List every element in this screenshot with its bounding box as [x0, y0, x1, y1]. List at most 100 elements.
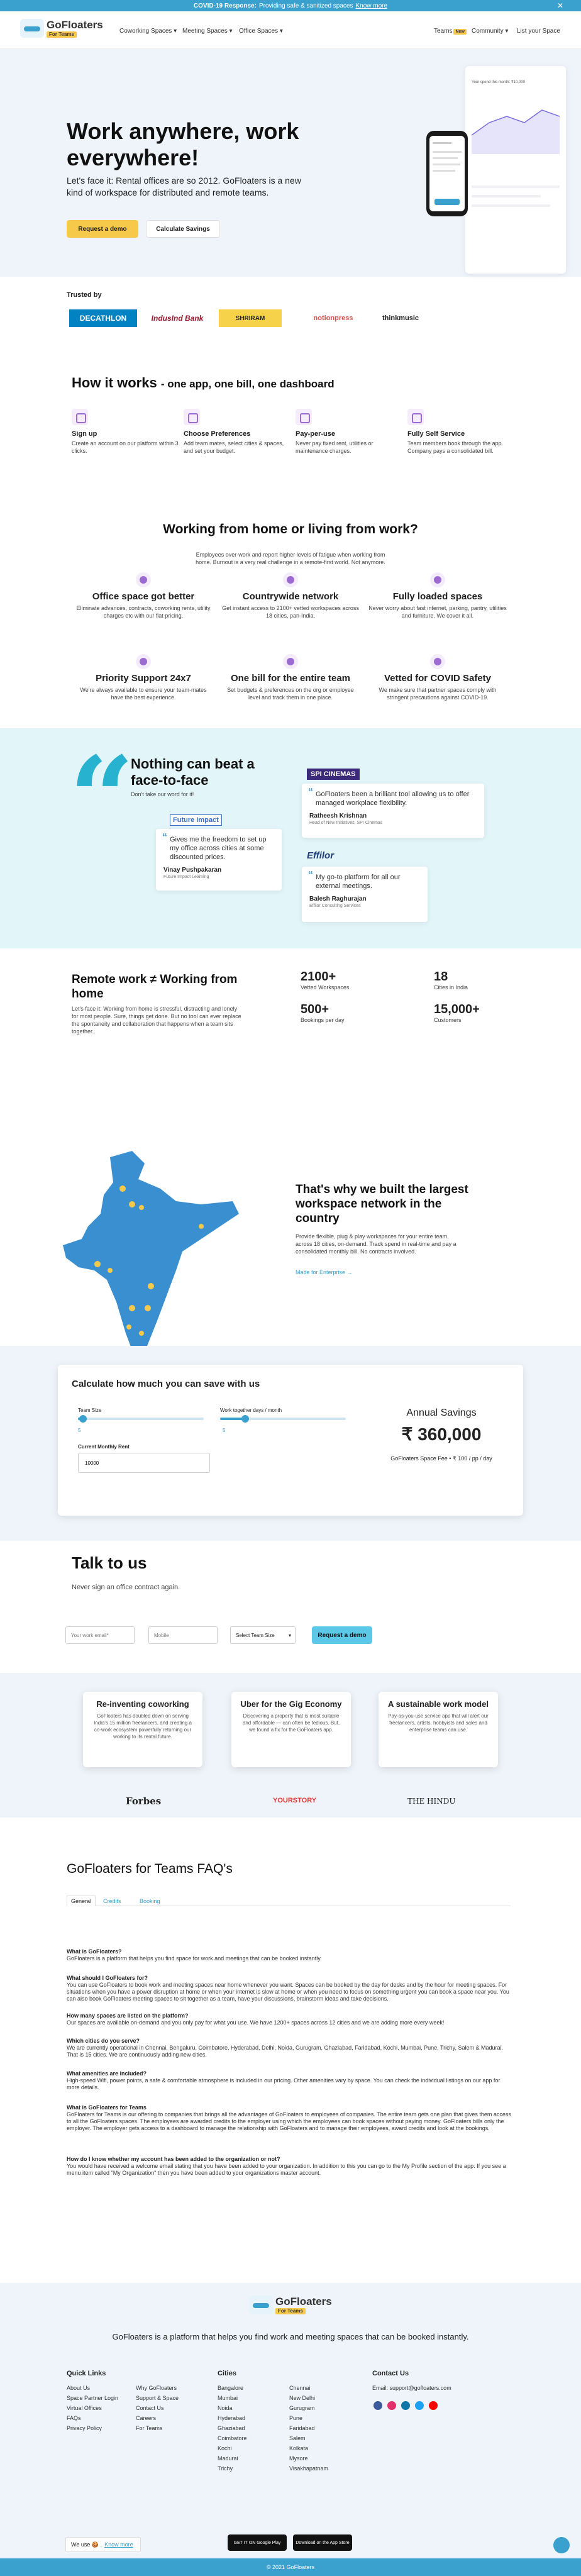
- footer-city-link[interactable]: Madurai: [218, 2455, 247, 2462]
- space-fee: GoFloaters Space Fee • ₹ 100 / pp / day: [390, 1455, 492, 1462]
- brand-name: GoFloaters: [47, 18, 103, 31]
- contact-email[interactable]: Email: support@gofloaters.com: [372, 2385, 451, 2391]
- footer-logo[interactable]: GoFloaters For Teams: [249, 2296, 332, 2314]
- facebook-icon[interactable]: [374, 2401, 382, 2410]
- footer-city-link[interactable]: Bangalore: [218, 2385, 247, 2391]
- feature-6: Vetted for COVID Safety We make sure that…: [368, 654, 507, 701]
- talk-sub: Never sign an office contract again.: [72, 1584, 180, 1591]
- nav-community[interactable]: Community ▾: [472, 28, 508, 35]
- remote-title: Remote work ≠ Working from home: [72, 973, 238, 1001]
- faq-item: Which cities do you serve? We are current…: [67, 2038, 504, 2058]
- team-size-slider[interactable]: [78, 1418, 204, 1420]
- logo-notionpress: notionpress: [313, 314, 353, 322]
- tab-general[interactable]: General: [67, 1896, 96, 1906]
- calculate-savings-button[interactable]: Calculate Savings: [146, 220, 220, 238]
- chevron-down-icon: ▾: [288, 1632, 291, 1638]
- footer-link[interactable]: Support & Space: [136, 2395, 179, 2401]
- mobile-field[interactable]: [148, 1626, 218, 1644]
- nav-office[interactable]: Office Spaces ▾: [239, 28, 283, 35]
- tab-booking[interactable]: Booking: [140, 1898, 160, 1904]
- footer-city-link[interactable]: Noida: [218, 2405, 247, 2411]
- team-size-handle[interactable]: [79, 1415, 87, 1423]
- dash-label: Your spend this month: ₹10,000: [472, 80, 525, 84]
- cookie-link[interactable]: Know more: [104, 2541, 133, 2548]
- footer-city-link[interactable]: Coimbatore: [218, 2435, 247, 2441]
- wifi-icon: [430, 572, 445, 587]
- chat-icon[interactable]: [553, 2537, 570, 2553]
- logo-spi: SPI CINEMAS: [307, 769, 360, 780]
- network-title: That's why we built the largest workspac…: [296, 1183, 468, 1225]
- footer-city-link[interactable]: Ghaziabad: [218, 2425, 247, 2431]
- logo-effilor: Effilor: [307, 850, 335, 861]
- nav-meeting[interactable]: Meeting Spaces ▾: [182, 28, 233, 35]
- enterprise-link[interactable]: Made for Enterprise →: [296, 1269, 353, 1275]
- testimonial-card-1: GoFloaters been a brilliant tool allowin…: [302, 784, 484, 838]
- announcement-bar: COVID-19 Response: Providing safe & sani…: [0, 0, 581, 11]
- email-field[interactable]: [65, 1626, 135, 1644]
- days-slider[interactable]: [220, 1418, 346, 1420]
- feature-5: One bill for the entire team Set budgets …: [221, 654, 360, 701]
- footer-link[interactable]: Careers: [136, 2415, 179, 2421]
- faq-title: GoFloaters for Teams FAQ's: [67, 1862, 233, 1876]
- footer-city-link[interactable]: Kochi: [218, 2445, 247, 2451]
- footer-link[interactable]: Privacy Policy: [67, 2425, 118, 2431]
- logo-shriram: SHRIRAM: [219, 309, 282, 327]
- faq-item: What amenities are included? High-speed W…: [67, 2070, 501, 2090]
- talk-demo-button[interactable]: Request a demo: [312, 1626, 372, 1644]
- logo-the-hindu: THE HINDU: [407, 1797, 456, 1806]
- footer-city-link[interactable]: Chennai: [289, 2385, 328, 2391]
- user-plus-icon: [72, 409, 88, 425]
- testimonial-card-2: Gives me the freedom to set up my office…: [156, 829, 282, 891]
- footer-link[interactable]: For Teams: [136, 2425, 179, 2431]
- request-demo-button[interactable]: Request a demo: [67, 220, 138, 238]
- footer-city-link[interactable]: Salem: [289, 2435, 328, 2441]
- nav-teams[interactable]: Teams New: [434, 28, 467, 35]
- annual-savings-amount: ₹ 360,000: [401, 1424, 482, 1444]
- footer-link[interactable]: Why GoFloaters: [136, 2385, 179, 2391]
- footer-city-link[interactable]: Faridabad: [289, 2425, 328, 2431]
- footer-city-link[interactable]: Mysore: [289, 2455, 328, 2462]
- stat-bookings: 500+ Bookings per day: [301, 1002, 345, 1023]
- rent-input[interactable]: [78, 1453, 210, 1473]
- footer-link[interactable]: Virtual Offices: [67, 2405, 118, 2411]
- nav-coworking[interactable]: Coworking Spaces ▾: [119, 28, 177, 35]
- footer-tagline: GoFloaters is a platform that helps you …: [112, 2332, 469, 2341]
- tab-credits[interactable]: Credits: [103, 1898, 121, 1904]
- announcement-bold: COVID-19 Response:: [193, 2, 257, 9]
- footer-city-link[interactable]: Pune: [289, 2415, 328, 2421]
- instagram-icon[interactable]: [387, 2401, 396, 2410]
- footer-link[interactable]: About Us: [67, 2385, 118, 2391]
- footer-city-link[interactable]: Visakhapatnam: [289, 2465, 328, 2472]
- linkedin-icon[interactable]: [401, 2401, 410, 2410]
- nav-list-space[interactable]: List your Space: [517, 28, 560, 35]
- bill-icon: [283, 654, 298, 669]
- footer-link[interactable]: Space Partner Login: [67, 2395, 118, 2401]
- footer-city-link[interactable]: New Delhi: [289, 2395, 328, 2401]
- close-icon[interactable]: ✕: [557, 1, 563, 10]
- announcement-link[interactable]: Know more: [355, 3, 387, 9]
- twitter-icon[interactable]: [415, 2401, 424, 2410]
- network-icon: [283, 572, 298, 587]
- days-handle[interactable]: [241, 1415, 249, 1423]
- brand-sub: For Teams: [47, 31, 77, 38]
- footer-city-link[interactable]: Trichy: [218, 2465, 247, 2472]
- rent-label: Current Monthly Rent: [78, 1444, 130, 1450]
- footer-city-link[interactable]: Gurugram: [289, 2405, 328, 2411]
- google-play-button[interactable]: GET IT ON Google Play: [228, 2534, 287, 2551]
- youtube-icon[interactable]: [429, 2401, 438, 2410]
- logo-indusind: IndusInd Bank: [151, 314, 204, 323]
- testimonials-sub: Don't take our word for it!: [131, 791, 194, 797]
- footer-city-link[interactable]: Hyderabad: [218, 2415, 247, 2421]
- team-size-select[interactable]: Select Team Size ▾: [230, 1626, 296, 1644]
- footer-link[interactable]: Contact Us: [136, 2405, 179, 2411]
- footer-city-link[interactable]: Kolkata: [289, 2445, 328, 2451]
- press-card-1: Re-inventing coworking GoFloaters has dou…: [83, 1692, 202, 1767]
- brand-logo[interactable]: GoFloaters For Teams: [20, 19, 103, 38]
- logo-future-impact: Future Impact: [170, 814, 222, 826]
- app-store-button[interactable]: Download on the App Store: [293, 2534, 352, 2551]
- logo-decathlon: DECATHLON: [69, 309, 137, 327]
- footer-link[interactable]: FAQs: [67, 2415, 118, 2421]
- stat-workspaces: 2100+ Vetted Workspaces: [301, 970, 350, 991]
- hero-subtitle: Let's face it: Rental offices are so 201…: [67, 175, 301, 197]
- footer-city-link[interactable]: Mumbai: [218, 2395, 247, 2401]
